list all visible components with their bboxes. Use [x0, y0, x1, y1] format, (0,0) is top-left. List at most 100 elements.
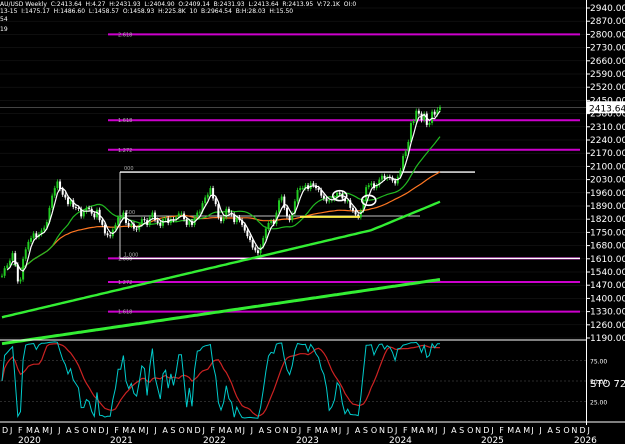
x-month-label: J — [250, 426, 253, 435]
candle-body — [370, 183, 373, 186]
candle-body — [206, 194, 209, 198]
x-year-label: 2025 — [481, 436, 504, 444]
x-month-label: N — [571, 426, 577, 435]
candle-body — [380, 175, 383, 180]
x-month-label: N — [283, 426, 289, 435]
x-month-label: A — [451, 426, 457, 435]
y-tick-label: 1540.00 — [590, 268, 625, 278]
candle-body — [217, 204, 220, 218]
stoch-level-label: 25.00 — [590, 400, 607, 407]
x-month-label: N — [475, 426, 481, 435]
x-month-label: A — [259, 426, 265, 435]
x-month-label: F — [114, 426, 119, 435]
x-month-label: J — [9, 426, 12, 435]
candle-body — [296, 189, 299, 202]
y-tick-label: 2660.00 — [590, 57, 625, 67]
candle-body — [404, 151, 407, 157]
candle-body — [59, 181, 62, 190]
candle-body — [346, 200, 349, 202]
level-label: 000 — [124, 166, 134, 172]
candle-body — [122, 212, 125, 218]
candle-body — [351, 207, 354, 211]
x-month-label: M — [507, 426, 514, 435]
x-month-label: O — [275, 426, 281, 435]
candle-body — [431, 111, 434, 124]
x-month-label: J — [530, 426, 533, 435]
candle-body — [246, 230, 249, 237]
x-month-label: D — [483, 426, 489, 435]
y-tick-label: 2590.00 — [590, 70, 625, 80]
x-month-label: J — [338, 426, 341, 435]
x-month-label: M — [42, 426, 49, 435]
fib-level-label: 2.618 — [118, 32, 132, 38]
level-label: 1.000 — [124, 252, 138, 258]
candle-body — [24, 249, 27, 259]
x-year-label: 2021 — [110, 436, 133, 444]
x-month-label: J — [298, 426, 301, 435]
x-month-label: A — [34, 426, 40, 435]
candle-body — [301, 188, 304, 190]
y-tick-label: 1820.00 — [590, 215, 625, 225]
candle-body — [64, 194, 67, 198]
candle-body — [196, 212, 199, 218]
y-tick-label: 2100.00 — [590, 162, 625, 172]
candle-body — [19, 279, 22, 282]
x-month-label: J — [105, 426, 108, 435]
x-month-label: D — [387, 426, 393, 435]
candle-body — [156, 220, 159, 223]
x-month-label: J — [49, 426, 52, 435]
x-month-label: J — [490, 426, 493, 435]
candle-body — [114, 224, 117, 230]
y-tick-label: 1610.00 — [590, 255, 625, 265]
ma-fast-line — [6, 110, 441, 272]
candle-body — [56, 181, 59, 189]
x-month-label: O — [82, 426, 88, 435]
x-month-label: D — [98, 426, 104, 435]
candle-body — [180, 213, 183, 215]
price-chart[interactable]: 2940.00 2870.00 2800.00 2730.00 2660.00 2590.… — [0, 0, 625, 444]
candle-body — [117, 217, 120, 225]
candle-body — [365, 187, 368, 202]
candle-body — [3, 268, 6, 276]
y-tick-label: 1750.00 — [590, 228, 625, 238]
candle-body — [394, 180, 397, 184]
x-month-label: A — [515, 426, 521, 435]
x-month-label: J — [57, 426, 60, 435]
candle-body — [312, 183, 315, 186]
x-month-label: J — [394, 426, 397, 435]
x-month-label: S — [555, 426, 560, 435]
x-month-label: A — [66, 426, 72, 435]
x-month-label: J — [586, 426, 589, 435]
x-month-label: A — [547, 426, 553, 435]
y-tick-label: 1190.00 — [590, 334, 625, 344]
stoch-level-label: 75.00 — [590, 359, 607, 366]
candle-body — [285, 207, 288, 217]
x-month-label: J — [242, 426, 245, 435]
candle-body — [428, 123, 431, 125]
x-month-label: J — [202, 426, 205, 435]
x-month-label: A — [130, 426, 136, 435]
current-price-label: 2413.64 — [589, 104, 625, 114]
x-month-label: N — [90, 426, 96, 435]
candle-body — [32, 233, 35, 239]
x-month-label: M — [427, 426, 434, 435]
x-month-label: J — [434, 426, 437, 435]
candle-body — [103, 224, 106, 234]
x-month-label: D — [291, 426, 297, 435]
candle-body — [140, 219, 143, 225]
candle-body — [412, 121, 415, 124]
x-month-label: F — [403, 426, 408, 435]
candle-body — [222, 217, 225, 222]
candle-body — [249, 236, 252, 240]
x-month-label: M — [315, 426, 322, 435]
y-tick-label: 2800.00 — [590, 30, 625, 40]
candle-body — [280, 196, 283, 201]
candle-body — [417, 110, 420, 114]
x-month-label: J — [346, 426, 349, 435]
y-tick-label: 2870.00 — [590, 17, 625, 27]
x-month-label: M — [411, 426, 418, 435]
y-tick-label: 2240.00 — [590, 136, 625, 146]
x-month-label: D — [2, 426, 8, 435]
candle-body — [383, 175, 386, 179]
y-tick-label: 1330.00 — [590, 308, 625, 318]
